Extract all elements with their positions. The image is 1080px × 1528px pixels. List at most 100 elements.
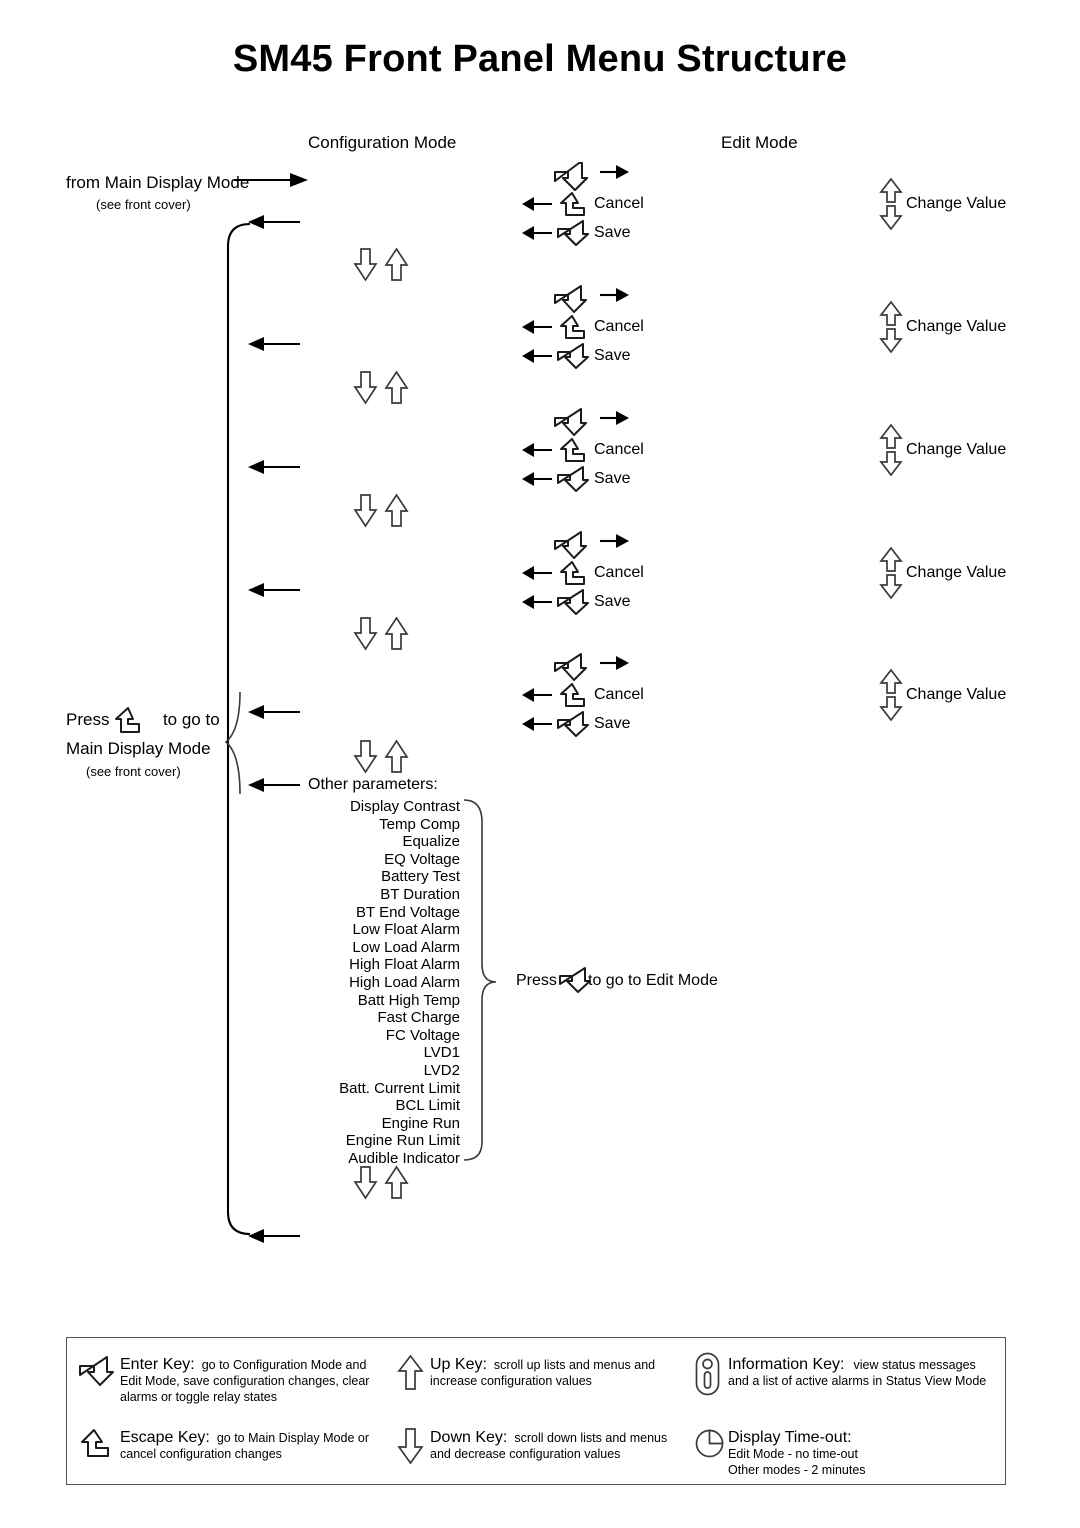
parameter-item: BCL Limit [395, 1097, 460, 1115]
cancel-label: Cancel [594, 686, 644, 703]
change-value-arrows-icon [879, 423, 903, 477]
enter-key-icon [554, 653, 587, 681]
parameter-item: Engine Run [381, 1114, 460, 1132]
press-edit-post-label: to go to Edit Mode [588, 972, 718, 989]
parameter-item: BT Duration [380, 886, 460, 903]
scroll-arrows-icon [353, 1165, 409, 1200]
other-parameters-heading: Other parameters: [308, 776, 438, 793]
change-value-label: Change Value [906, 441, 1007, 458]
legend-title: Escape Key: [120, 1429, 210, 1446]
legend-title: Down Key: [430, 1429, 508, 1446]
page-title: SM45 Front Panel Menu Structure [232, 38, 848, 80]
legend-desc-line: cancel configuration changes [120, 1447, 282, 1461]
legend-first-line: scroll up lists and menus and [493, 1358, 656, 1372]
scroll-arrows-icon [353, 616, 409, 651]
change-value-arrows-icon [879, 300, 903, 354]
escape-key-icon [560, 683, 585, 707]
escape-key-icon [560, 438, 585, 462]
parameter-item: Low Load Alarm [352, 938, 460, 956]
legend-entry-information: Information Key: view status messages and… [728, 1356, 1013, 1390]
enter-key-icon [79, 1356, 114, 1386]
menu-left-arrow [248, 215, 300, 229]
change-value-label: Change Value [906, 686, 1007, 703]
loop-return-arrow [248, 1229, 300, 1243]
legend-title: Display Time-out: [728, 1429, 852, 1446]
enter-key-icon [557, 466, 589, 492]
down-arrow-icon [397, 1428, 424, 1465]
change-value-arrows-icon [879, 546, 903, 600]
legend-entry-up: Up Key: scroll up lists and menus and inc… [430, 1356, 695, 1390]
menu-left-arrow [248, 460, 300, 474]
scroll-arrows-icon [353, 739, 409, 774]
legend-desc-line: and decrease configuration values [430, 1447, 621, 1461]
information-key-icon [695, 1352, 720, 1396]
legend-title: Information Key: [728, 1356, 845, 1373]
parameter-item: Batt High Temp [357, 991, 460, 1009]
cancel-label: Cancel [594, 318, 644, 335]
escape-key-icon [560, 315, 585, 339]
legend-first-line: view status messages [853, 1358, 976, 1372]
parameter-item: Temp Comp [379, 815, 460, 833]
exit-press-pre: Press [66, 710, 110, 729]
scroll-arrows-icon [353, 247, 409, 282]
exit-press-post: to go to [162, 710, 220, 729]
press-edit-pre-label: Press [516, 972, 557, 989]
legend-entry-timeout: Display Time-out: Edit Mode - no time-ou… [728, 1429, 1013, 1478]
save-left-arrow [522, 717, 552, 731]
entry-arrow-icon [234, 173, 308, 187]
cancel-label: Cancel [594, 564, 644, 581]
enter-key-icon [557, 711, 589, 737]
entry-sublabel: (see front cover) [96, 197, 191, 212]
cancel-left-arrow [522, 197, 552, 211]
escape-key-icon [560, 192, 585, 216]
legend-first-line: scroll down lists and menus [514, 1431, 668, 1445]
save-left-arrow [522, 595, 552, 609]
legend-desc-line: and a list of active alarms in Status Vi… [728, 1374, 987, 1388]
legend-first-line: go to Main Display Mode or [216, 1431, 369, 1445]
parameter-item: Batt. Current Limit [339, 1079, 460, 1097]
parameter-item: Equalize [402, 833, 460, 851]
column-heading-edit-mode: Edit Mode [721, 133, 798, 152]
change-value-arrows-icon [879, 177, 903, 231]
parameter-item: Audible Indicator [348, 1150, 460, 1167]
block-right-arrow-icon [600, 656, 629, 670]
exit-sublabel: (see front cover) [86, 764, 181, 779]
legend-entry-enter: Enter Key: go to Configuration Mode and E… [120, 1356, 390, 1405]
legend-first-line: go to Configuration Mode and [201, 1358, 367, 1372]
change-value-label: Change Value [906, 195, 1007, 212]
save-label: Save [594, 347, 631, 364]
parameter-item: EQ Voltage [384, 850, 460, 868]
parameter-item: BT End Voltage [356, 903, 460, 921]
change-value-label: Change Value [906, 318, 1007, 335]
parameter-item: Fast Charge [377, 1009, 460, 1027]
block-right-arrow-icon [600, 165, 629, 179]
enter-key-icon [557, 343, 589, 369]
escape-key-icon [560, 561, 585, 585]
block-right-arrow-icon [600, 288, 629, 302]
menu-left-arrow [248, 705, 300, 719]
save-label: Save [594, 715, 631, 732]
enter-key-icon [557, 220, 589, 246]
block-right-arrow-icon [600, 534, 629, 548]
legend-desc-line: Other modes - 2 minutes [728, 1462, 866, 1477]
legend-title: Enter Key: [120, 1356, 195, 1373]
save-left-arrow [522, 349, 552, 363]
parameter-item: High Load Alarm [349, 974, 460, 991]
legend-entry-escape: Escape Key: go to Main Display Mode or ca… [120, 1429, 390, 1463]
parameter-item: LVD1 [423, 1044, 460, 1062]
cancel-left-arrow [522, 443, 552, 457]
save-label: Save [594, 470, 631, 487]
up-arrow-icon [397, 1354, 424, 1390]
parameter-item: FC Voltage [385, 1026, 460, 1044]
legend-entry-down: Down Key: scroll down lists and menus and… [430, 1429, 695, 1463]
legend-desc-line: alarms or toggle relay states [120, 1389, 278, 1404]
legend-title: Up Key: [430, 1356, 487, 1373]
enter-key-icon [554, 285, 587, 313]
enter-key-icon [554, 408, 587, 436]
cancel-label: Cancel [594, 441, 644, 458]
change-value-label: Change Value [906, 564, 1007, 581]
escape-key-icon [115, 707, 140, 733]
parameter-item: LVD2 [423, 1062, 460, 1079]
parameter-item: Low Float Alarm [352, 921, 460, 939]
escape-key-icon [81, 1429, 109, 1457]
